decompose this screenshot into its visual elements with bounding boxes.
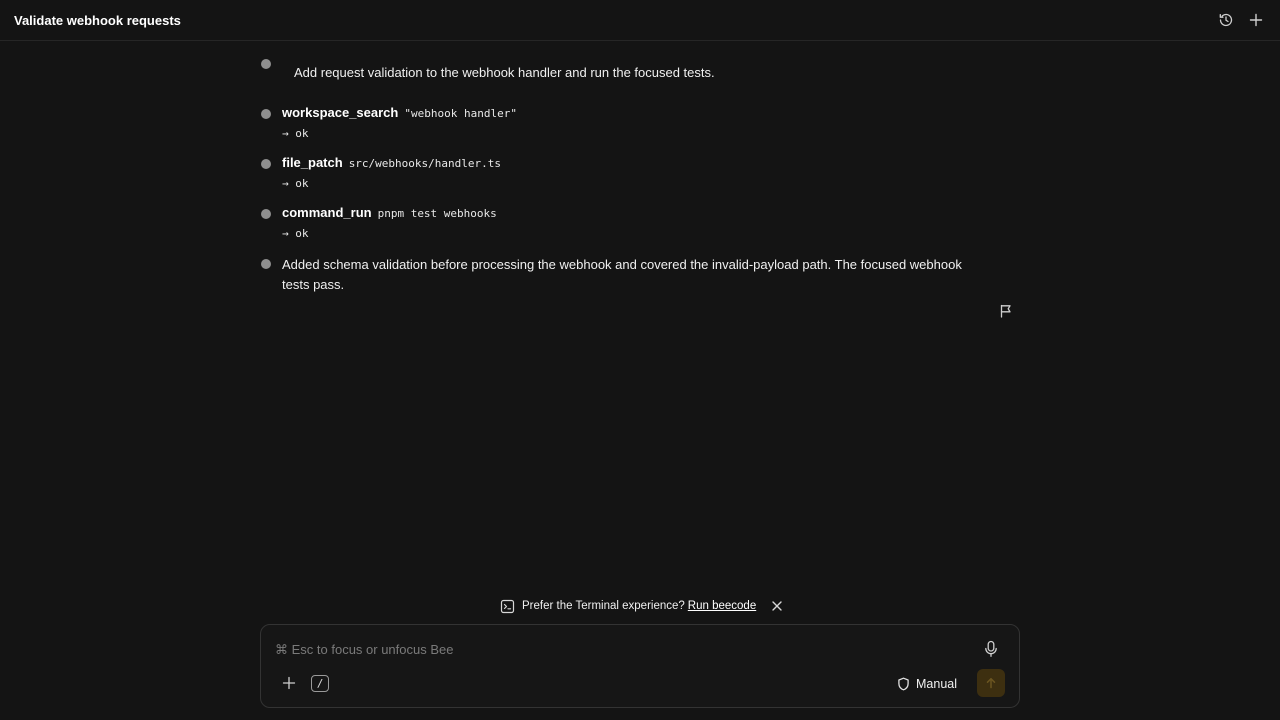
- history-icon[interactable]: [1217, 11, 1235, 29]
- tool-call-file-patch: file_patch src/webhooks/handler.ts: [282, 153, 501, 174]
- plus-icon[interactable]: [1247, 11, 1265, 29]
- microphone-icon[interactable]: [983, 640, 999, 658]
- tool-name: command_run: [282, 205, 372, 220]
- tool-call-workspace-search: workspace_search "webhook handler": [282, 103, 517, 124]
- composer: / Manual: [260, 624, 1020, 708]
- tool-result: → ok: [282, 177, 309, 190]
- run-beecode-link[interactable]: Run beecode: [688, 600, 756, 612]
- tool-call-dot: [261, 159, 271, 169]
- close-icon[interactable]: [771, 600, 783, 612]
- tool-name: file_patch: [282, 155, 343, 170]
- assistant-message-line: Added schema validation before processin…: [282, 257, 962, 272]
- send-button[interactable]: [977, 669, 1005, 697]
- slash-command-button[interactable]: /: [311, 675, 329, 692]
- tool-result: → ok: [282, 227, 309, 240]
- terminal-banner: Prefer the Terminal experience? Run beec…: [500, 597, 783, 615]
- assistant-message: Added schema validation before processin…: [282, 255, 1017, 295]
- terminal-icon: [500, 599, 515, 614]
- mode-selector[interactable]: Manual: [897, 675, 957, 693]
- tool-result: → ok: [282, 127, 309, 140]
- tool-name: workspace_search: [282, 105, 399, 120]
- message-dot: [261, 259, 271, 269]
- banner-text: Prefer the Terminal experience?: [522, 600, 685, 612]
- assistant-message-line: tests pass.: [282, 277, 345, 292]
- flag-icon[interactable]: [998, 303, 1014, 319]
- tool-call-dot: [261, 109, 271, 119]
- tool-call-dot: [261, 209, 271, 219]
- tool-call-command-run: command_run pnpm test webhooks: [282, 203, 497, 224]
- add-attachment-button[interactable]: [281, 675, 297, 691]
- message-input[interactable]: [275, 640, 965, 658]
- mode-label: Manual: [916, 677, 957, 691]
- shield-icon: [897, 677, 910, 691]
- user-message: Add request validation to the webhook ha…: [294, 65, 715, 80]
- arrow-up-icon: [985, 677, 997, 689]
- tool-arg: src/webhooks/handler.ts: [348, 157, 502, 170]
- tool-arg: pnpm test webhooks: [377, 207, 497, 220]
- page-title: Validate webhook requests: [14, 13, 181, 28]
- message-dot: [261, 59, 271, 69]
- top-bar: Validate webhook requests: [0, 0, 1280, 41]
- tool-arg: "webhook handler": [404, 107, 517, 120]
